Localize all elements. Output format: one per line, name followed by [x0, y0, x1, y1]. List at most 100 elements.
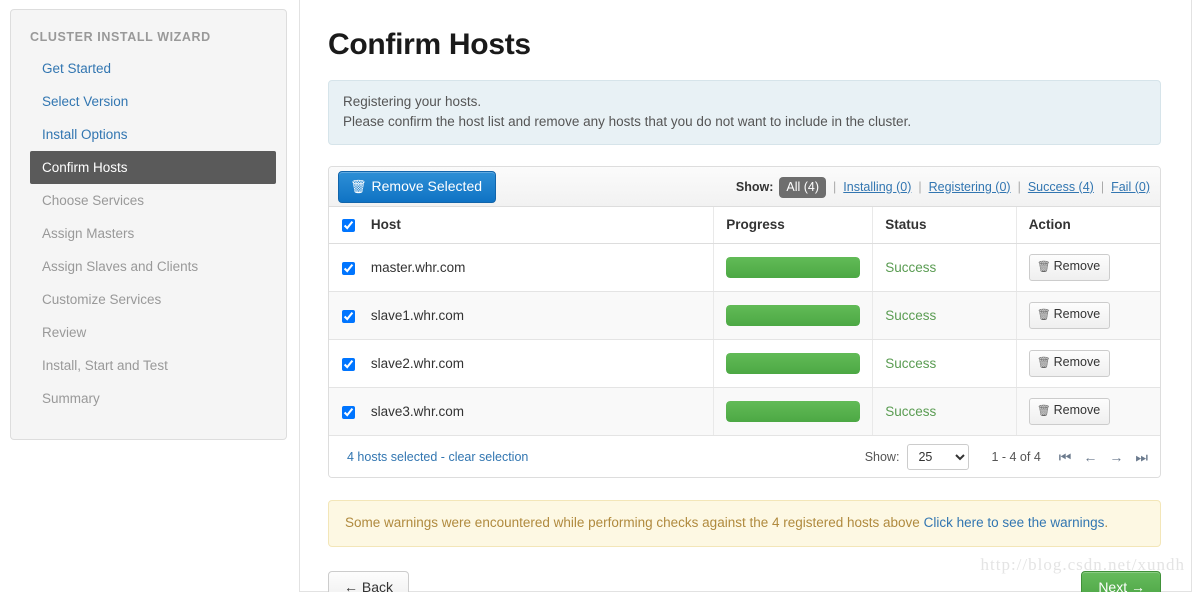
- next-page-icon[interactable]: →: [1109, 450, 1123, 464]
- trash-icon: 🗑: [1036, 357, 1051, 369]
- remove-selected-button[interactable]: 🗑 Remove Selected: [338, 170, 497, 203]
- progress-bar-fill: [726, 305, 861, 326]
- sidebar-item-install-start-and-test: Install, Start and Test: [42, 358, 168, 373]
- trash-icon: 🗑: [1036, 261, 1051, 273]
- remove-host-button[interactable]: 🗑 Remove: [1028, 350, 1111, 377]
- page-size-select[interactable]: 102550100: [907, 443, 970, 470]
- host-name-cell: master.whr.com: [358, 243, 715, 292]
- filter-separator: |: [1017, 179, 1021, 194]
- host-check-warning-alert: Some warnings were encountered while per…: [328, 500, 1161, 547]
- warning-text: Some warnings were encountered while per…: [345, 515, 924, 530]
- filter-separator: |: [918, 179, 922, 194]
- sidebar-item-choose-services: Choose Services: [42, 193, 145, 208]
- status-filter-group: Show: All (4) | Installing (0) | Registering…: [736, 176, 1150, 198]
- clear-selection-link[interactable]: 4 hosts selected - clear selection: [347, 450, 528, 464]
- status-cell: Success: [872, 387, 1017, 436]
- remove-button-label: Remove: [1053, 403, 1101, 417]
- column-header-progress[interactable]: Progress: [713, 207, 874, 244]
- remove-host-button[interactable]: 🗑 Remove: [1028, 302, 1111, 329]
- table-row: slave2.whr.com Success 🗑 Remove: [329, 339, 1160, 388]
- progress-bar-fill: [726, 257, 861, 278]
- status-badge: Success: [885, 404, 937, 419]
- pager-buttons: ⏮ ← → ⏭: [1059, 450, 1148, 464]
- column-header-status[interactable]: Status: [872, 207, 1017, 244]
- hosts-table-toolbar: 🗑 Remove Selected Show: All (4) | Installin…: [329, 167, 1160, 207]
- sidebar-item-summary: Summary: [42, 391, 100, 406]
- host-name-cell: slave2.whr.com: [358, 339, 715, 388]
- row-checkbox[interactable]: [342, 357, 355, 371]
- progress-cell: [713, 243, 874, 292]
- filter-success-4[interactable]: Success (4): [1028, 180, 1094, 194]
- trash-icon: 🗑: [350, 178, 367, 194]
- select-all-header: [329, 207, 359, 244]
- status-badge: Success: [885, 308, 937, 323]
- hosts-table-footer: 4 hosts selected - clear selection Show:…: [329, 436, 1160, 477]
- action-cell: 🗑 Remove: [1016, 387, 1160, 436]
- sidebar-item-get-started[interactable]: Get Started: [11, 52, 286, 85]
- wizard-step-list: Get Started Select Version Install Options…: [11, 52, 286, 415]
- remove-button-label: Remove: [1053, 259, 1101, 273]
- remove-button-label: Remove: [1053, 307, 1101, 321]
- row-select-cell: [329, 291, 359, 340]
- filter-fail-0[interactable]: Fail (0): [1111, 180, 1150, 194]
- action-cell: 🗑 Remove: [1016, 243, 1160, 292]
- status-cell: Success: [872, 291, 1017, 340]
- row-select-cell: [329, 339, 359, 388]
- page-title: Confirm Hosts: [328, 28, 531, 61]
- pagination-controls: Show: 102550100 1 - 4 of 4 ⏮ ← → ⏭: [864, 443, 1148, 470]
- host-name-cell: slave3.whr.com: [358, 387, 715, 436]
- sidebar-item-select-version[interactable]: Select Version: [11, 85, 286, 118]
- row-checkbox[interactable]: [342, 405, 355, 419]
- warning-suffix: .: [1104, 515, 1109, 530]
- progress-bar-track: [726, 305, 861, 326]
- sidebar-item-install-options[interactable]: Install Options: [11, 118, 286, 151]
- progress-bar-track: [726, 401, 861, 422]
- cluster-install-wizard-page: CLUSTER INSTALL WIZARD Get Started Select…: [0, 0, 1195, 592]
- status-cell: Success: [872, 339, 1017, 388]
- page-size-label: Show:: [864, 449, 900, 464]
- filter-registering-0[interactable]: Registering (0): [929, 180, 1011, 194]
- back-button[interactable]: ← Back: [328, 571, 410, 592]
- row-select-cell: [329, 387, 359, 436]
- column-header-host[interactable]: Host: [358, 207, 715, 244]
- last-page-icon[interactable]: ⏭: [1135, 450, 1148, 464]
- see-warnings-link[interactable]: Click here to see the warnings: [924, 515, 1105, 530]
- row-select-cell: [329, 243, 359, 292]
- main-content: Confirm Hosts Registering your hosts. Pl…: [299, 0, 1192, 592]
- progress-bar-fill: [726, 353, 861, 374]
- filter-separator: |: [833, 179, 837, 194]
- table-row: master.whr.com Success 🗑 Remove: [329, 243, 1160, 292]
- remove-button-label: Remove: [1053, 355, 1101, 369]
- select-all-checkbox[interactable]: [342, 218, 355, 232]
- sidebar-item-confirm-hosts[interactable]: Confirm Hosts: [30, 151, 276, 184]
- progress-cell: [713, 291, 874, 340]
- status-badge: Success: [885, 356, 937, 371]
- prev-page-icon[interactable]: ←: [1083, 450, 1097, 464]
- sidebar-item-assign-masters: Assign Masters: [42, 226, 135, 241]
- table-row: slave1.whr.com Success 🗑 Remove: [329, 291, 1160, 340]
- progress-bar-track: [726, 257, 861, 278]
- hosts-table: Host Progress Status Action master.whr.c…: [329, 207, 1160, 436]
- filter-all-4[interactable]: All (4): [779, 176, 827, 198]
- watermark-text: http://blog.csdn.net/xundh: [980, 555, 1185, 574]
- hosts-table-header-row: Host Progress Status Action: [329, 207, 1160, 244]
- filter-installing-0[interactable]: Installing (0): [843, 180, 911, 194]
- sidebar-item-assign-slaves-and-clients: Assign Slaves and Clients: [42, 259, 199, 274]
- status-badge: Success: [885, 260, 937, 275]
- remove-host-button[interactable]: 🗑 Remove: [1028, 254, 1111, 281]
- registering-info-alert: Registering your hosts. Please confirm t…: [328, 80, 1161, 145]
- trash-icon: 🗑: [1036, 405, 1051, 417]
- host-name-cell: slave1.whr.com: [358, 291, 715, 340]
- row-checkbox[interactable]: [342, 261, 355, 275]
- column-header-action[interactable]: Action: [1016, 207, 1160, 244]
- table-row: slave3.whr.com Success 🗑 Remove: [329, 387, 1160, 436]
- info-alert-line-2: Please confirm the host list and remove …: [343, 114, 912, 129]
- row-checkbox[interactable]: [342, 309, 355, 323]
- remove-selected-label: Remove Selected: [371, 177, 483, 194]
- filter-separator: |: [1100, 179, 1105, 194]
- progress-cell: [713, 387, 874, 436]
- first-page-icon[interactable]: ⏮: [1059, 450, 1072, 464]
- wizard-sidebar: CLUSTER INSTALL WIZARD Get Started Select…: [10, 9, 287, 440]
- progress-bar-fill: [726, 401, 861, 422]
- remove-host-button[interactable]: 🗑 Remove: [1028, 398, 1111, 425]
